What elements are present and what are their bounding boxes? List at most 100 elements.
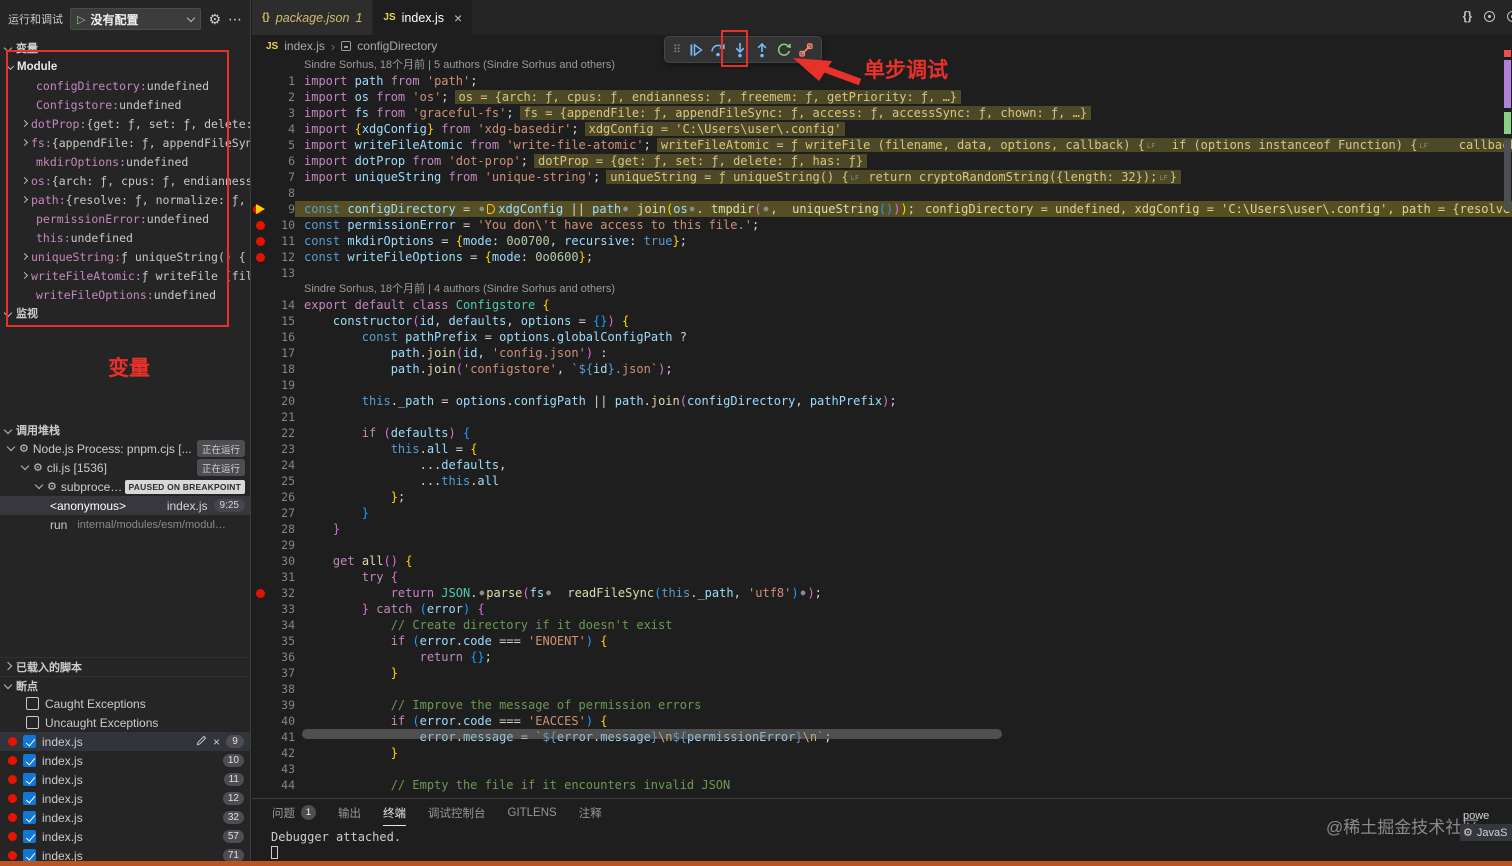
edit-icon[interactable] xyxy=(196,735,207,749)
gitlens-blame-icon[interactable] xyxy=(1484,10,1495,22)
inline-breakpoint-dot[interactable]: ● xyxy=(623,204,628,213)
variable-row[interactable]: os: {arch: ƒ, cpus: ƒ, endianness… xyxy=(0,171,250,190)
gutter-breakpoint-zone[interactable] xyxy=(252,313,269,329)
breadcrumb-file[interactable]: index.js xyxy=(284,39,325,53)
panel-tab[interactable]: 输出 xyxy=(338,805,361,826)
terminal-session[interactable]: ⚙ JavaS xyxy=(1460,824,1512,841)
gutter-breakpoint-zone[interactable] xyxy=(252,697,269,713)
breakpoint-icon[interactable] xyxy=(8,737,17,746)
gutter-breakpoint-zone[interactable] xyxy=(252,137,269,153)
variable-row[interactable]: this: undefined xyxy=(0,228,250,247)
more-actions-icon[interactable]: ⋯ xyxy=(228,11,242,28)
gutter-breakpoint-zone[interactable] xyxy=(252,121,269,137)
variables-section-header[interactable]: 变量 xyxy=(0,39,250,57)
variable-row[interactable]: Configstore: undefined xyxy=(0,95,250,114)
checkbox-checked[interactable] xyxy=(23,735,36,748)
gutter-breakpoint-zone[interactable] xyxy=(252,265,269,281)
gutter-breakpoint-zone[interactable] xyxy=(252,521,269,537)
variables-scope-row[interactable]: Module xyxy=(0,57,250,76)
variable-row[interactable]: mkdirOptions: undefined xyxy=(0,152,250,171)
remove-icon[interactable]: × xyxy=(213,735,220,749)
variable-row[interactable]: fs: {appendFile: ƒ, appendFileSyn… xyxy=(0,133,250,152)
gutter-breakpoint-zone[interactable] xyxy=(252,649,269,665)
breakpoint-row[interactable]: index.js 57 xyxy=(0,827,250,846)
checkbox-checked[interactable] xyxy=(23,754,36,767)
gutter-breakpoint-zone[interactable] xyxy=(252,361,269,377)
gutter-breakpoint-zone[interactable] xyxy=(252,569,269,585)
variable-row[interactable]: dotProp: {get: ƒ, set: ƒ, delete:… xyxy=(0,114,250,133)
breadcrumb-symbol[interactable]: configDirectory xyxy=(357,39,437,53)
restart-button[interactable] xyxy=(773,39,794,61)
variable-row[interactable]: path: {resolve: ƒ, normalize: ƒ, … xyxy=(0,190,250,209)
gutter-breakpoint-zone[interactable] xyxy=(252,169,269,185)
terminal-session[interactable]: powe xyxy=(1460,807,1512,824)
curly-braces-icon[interactable]: {} xyxy=(1463,9,1472,23)
breakpoint-icon[interactable] xyxy=(8,756,17,765)
callstack-frame[interactable]: run internal/modules/esm/modul… xyxy=(0,515,250,534)
variable-row[interactable]: writeFileOptions: undefined xyxy=(0,285,250,304)
variable-row[interactable]: writeFileAtomic: ƒ writeFile (fil… xyxy=(0,266,250,285)
inline-breakpoint-dot[interactable]: ● xyxy=(801,588,806,597)
gutter-breakpoint-zone[interactable] xyxy=(252,489,269,505)
breakpoint-icon[interactable] xyxy=(256,588,265,598)
variable-row[interactable]: configDirectory: undefined xyxy=(0,76,250,95)
callstack-frame[interactable]: ⚙ Node.js Process: pnpm.cjs [... 正在运行 xyxy=(0,439,250,458)
checkbox-checked[interactable] xyxy=(23,773,36,786)
inline-step-target-icon[interactable] xyxy=(487,204,496,214)
gear-icon[interactable]: ⚙ xyxy=(208,11,221,28)
terminal-cursor[interactable] xyxy=(271,846,278,859)
gutter-breakpoint-zone[interactable] xyxy=(252,89,269,105)
gutter-breakpoint-zone[interactable] xyxy=(252,249,269,265)
breakpoint-icon[interactable] xyxy=(8,794,17,803)
checkbox-unchecked[interactable] xyxy=(26,716,39,729)
breakpoint-icon[interactable] xyxy=(8,775,17,784)
inline-breakpoint-dot[interactable]: ● xyxy=(479,588,484,597)
gutter-breakpoint-zone[interactable] xyxy=(252,457,269,473)
callstack-section-header[interactable]: 调用堆栈 xyxy=(0,421,250,439)
breakpoint-icon[interactable] xyxy=(256,236,265,246)
variable-row[interactable]: permissionError: undefined xyxy=(0,209,250,228)
gutter-breakpoint-zone[interactable] xyxy=(252,681,269,697)
gutter-breakpoint-zone[interactable] xyxy=(252,185,269,201)
horizontal-scrollbar[interactable] xyxy=(302,729,1002,739)
gutter-breakpoint-zone[interactable] xyxy=(252,329,269,345)
breakpoint-icon[interactable] xyxy=(8,851,17,860)
gutter-breakpoint-zone[interactable] xyxy=(252,73,269,89)
step-out-button[interactable] xyxy=(751,39,772,61)
breakpoint-icon[interactable] xyxy=(256,220,265,230)
gutter-breakpoint-zone[interactable] xyxy=(252,377,269,393)
panel-tab[interactable]: 问题 1 xyxy=(272,805,316,826)
checkbox-checked[interactable] xyxy=(23,811,36,824)
checkbox-checked[interactable] xyxy=(23,792,36,805)
gutter-breakpoint-zone[interactable] xyxy=(252,233,269,249)
breakpoint-icon[interactable] xyxy=(8,832,17,841)
code-editor[interactable]: Sindre Sorhus, 18个月前 | 5 authors (Sindre… xyxy=(252,57,1512,866)
drag-handle-icon[interactable]: ⠿ xyxy=(670,43,684,56)
gutter-breakpoint-zone[interactable] xyxy=(252,201,269,217)
overview-ruler[interactable] xyxy=(1504,0,1511,866)
gutter-breakpoint-zone[interactable] xyxy=(252,729,269,745)
tab-package-json[interactable]: {} package.json 1 xyxy=(252,0,374,35)
inline-breakpoint-dot[interactable]: ● xyxy=(690,204,695,213)
loaded-scripts-section-header[interactable]: 已载入的脚本 xyxy=(0,657,250,675)
panel-tab[interactable]: 终端 xyxy=(383,805,406,826)
gutter-breakpoint-zone[interactable] xyxy=(252,393,269,409)
exception-breakpoint-row[interactable]: Caught Exceptions xyxy=(0,694,250,713)
gutter-breakpoint-zone[interactable] xyxy=(252,153,269,169)
continue-button[interactable] xyxy=(685,39,706,61)
breakpoint-row[interactable]: index.js × 9 xyxy=(0,732,250,751)
callstack-frame[interactable]: ⚙ cli.js [1536] 正在运行 xyxy=(0,458,250,477)
panel-tab[interactable]: 注释 xyxy=(579,805,602,826)
debug-config-dropdown[interactable]: ▷ 没有配置 xyxy=(70,8,202,30)
breakpoint-row[interactable]: index.js 32 xyxy=(0,808,250,827)
gutter-breakpoint-zone[interactable] xyxy=(252,537,269,553)
step-into-button[interactable] xyxy=(729,39,750,61)
checkbox-checked[interactable] xyxy=(23,830,36,843)
gutter-breakpoint-zone[interactable] xyxy=(252,409,269,425)
gutter-breakpoint-zone[interactable] xyxy=(252,745,269,761)
inline-breakpoint-dot[interactable]: ● xyxy=(764,204,769,213)
disconnect-button[interactable] xyxy=(795,39,816,61)
gutter-breakpoint-zone[interactable] xyxy=(252,473,269,489)
gutter-breakpoint-zone[interactable] xyxy=(252,713,269,729)
close-icon[interactable]: × xyxy=(454,10,462,26)
